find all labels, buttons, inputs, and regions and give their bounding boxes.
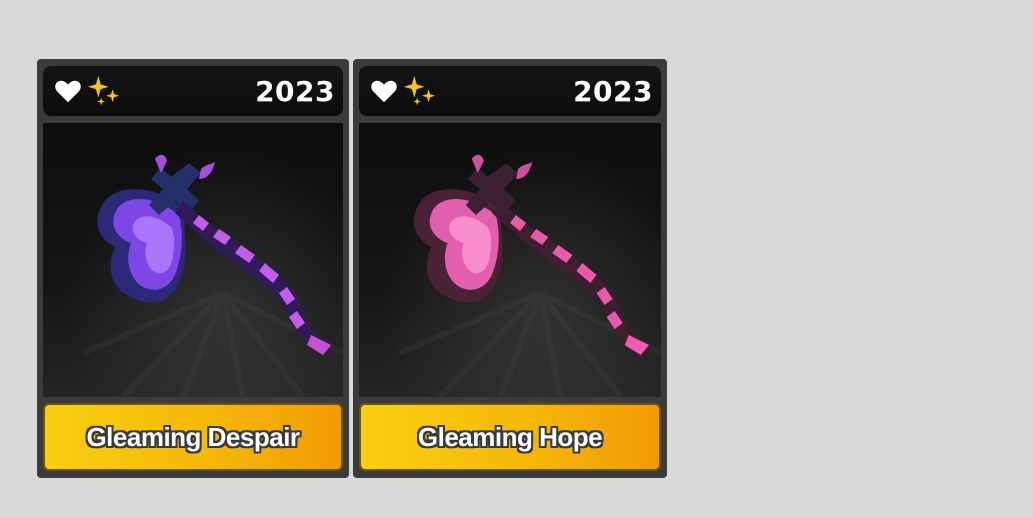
sparkle-icon bbox=[87, 75, 120, 106]
item-thumbnail bbox=[43, 123, 343, 397]
item-name: Gleaming Hope bbox=[417, 421, 603, 452]
heart-icon[interactable] bbox=[369, 76, 399, 106]
item-card-gleaming-despair[interactable]: 2023 Gleaming Despair bbox=[37, 59, 349, 478]
card-header: 2023 bbox=[359, 66, 661, 116]
item-name: Gleaming Despair bbox=[86, 421, 300, 452]
scythe-despair-image bbox=[81, 154, 343, 397]
item-grid: 2023 Gleaming Despair 2023 Gleaming Hope bbox=[37, 59, 667, 478]
item-thumbnail bbox=[359, 123, 661, 397]
item-name-bar: Gleaming Despair bbox=[43, 403, 343, 471]
item-card-gleaming-hope[interactable]: 2023 Gleaming Hope bbox=[353, 59, 667, 478]
heart-icon[interactable] bbox=[53, 76, 83, 106]
year-label: 2023 bbox=[255, 74, 335, 108]
scythe-hope-image bbox=[398, 154, 661, 397]
item-name-bar: Gleaming Hope bbox=[359, 403, 661, 471]
year-label: 2023 bbox=[573, 74, 653, 108]
card-header: 2023 bbox=[43, 66, 343, 116]
sparkle-icon bbox=[403, 75, 436, 106]
